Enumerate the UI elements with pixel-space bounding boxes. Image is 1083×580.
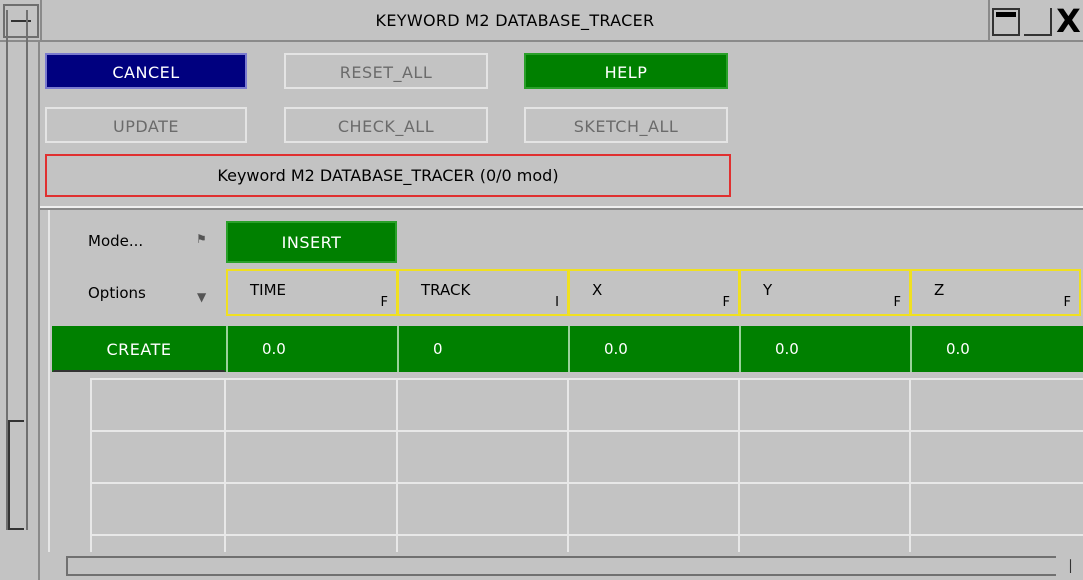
cell-value: 0 <box>433 340 443 358</box>
column-name: TIME <box>250 281 287 299</box>
maximize-button[interactable] <box>1024 8 1052 36</box>
column-header-track[interactable]: TRACK I <box>397 269 569 316</box>
column-name: X <box>592 281 603 299</box>
close-button[interactable]: X <box>1054 2 1083 40</box>
options-label: Options <box>88 284 146 302</box>
column-type: F <box>893 295 901 310</box>
grid-line <box>909 378 911 580</box>
divider <box>40 206 1083 210</box>
cell-value: 0.0 <box>262 340 286 358</box>
column-header-y[interactable]: Y F <box>739 269 911 316</box>
value-cell-y[interactable]: 0.0 <box>739 326 911 372</box>
check-all-button[interactable]: CHECK_ALL <box>284 107 488 143</box>
horizontal-scrollbar[interactable] <box>66 556 1056 576</box>
value-cell-x[interactable]: 0.0 <box>568 326 740 372</box>
column-type: F <box>1063 295 1071 310</box>
column-type: I <box>555 295 559 310</box>
value-cell-time[interactable]: 0.0 <box>226 326 398 372</box>
column-name: Z <box>934 281 945 299</box>
value-cell-track[interactable]: 0 <box>397 326 569 372</box>
create-button[interactable]: CREATE <box>52 326 226 372</box>
cell-value: 0.0 <box>946 340 970 358</box>
grid-line <box>90 430 1083 432</box>
mode-insert-button[interactable]: INSERT <box>226 221 397 263</box>
sketch-all-button[interactable]: SKETCH_ALL <box>524 107 728 143</box>
minimize-button[interactable] <box>992 8 1020 36</box>
cell-value: 0.0 <box>604 340 628 358</box>
cancel-button[interactable]: CANCEL <box>45 53 247 89</box>
help-button[interactable]: HELP <box>524 53 728 89</box>
flag-icon[interactable]: ⚑ <box>196 232 207 246</box>
grid-line <box>90 534 1083 536</box>
value-cell-z[interactable]: 0.0 <box>910 326 1083 372</box>
reset-all-button[interactable]: RESET_ALL <box>284 53 488 89</box>
vertical-scrollbar-thumb[interactable] <box>8 420 24 530</box>
grid-line <box>90 482 1083 484</box>
grid-line <box>90 378 1083 380</box>
column-type: F <box>722 295 730 310</box>
grid-line <box>396 378 398 580</box>
inner-frame <box>40 210 50 580</box>
grid-line <box>90 378 92 580</box>
grid-line <box>738 378 740 580</box>
column-header-time[interactable]: TIME F <box>226 269 398 316</box>
grid-line <box>224 378 226 580</box>
mode-label: Mode... <box>88 232 144 250</box>
grid-line <box>567 378 569 580</box>
column-name: TRACK <box>421 281 471 299</box>
resize-grip-icon[interactable]: ∣ <box>1058 552 1083 580</box>
update-button[interactable]: UPDATE <box>45 107 247 143</box>
cell-value: 0.0 <box>775 340 799 358</box>
empty-grid <box>90 378 1083 580</box>
column-name: Y <box>763 281 773 299</box>
status-box: Keyword M2 DATABASE_TRACER (0/0 mod) <box>45 154 731 197</box>
column-header-z[interactable]: Z F <box>910 269 1081 316</box>
column-header-x[interactable]: X F <box>568 269 740 316</box>
minimize-icon <box>996 12 1016 17</box>
column-type: F <box>380 295 388 310</box>
window-title: KEYWORD M2 DATABASE_TRACER <box>40 0 990 42</box>
down-arrow-icon[interactable]: ▼ <box>197 290 206 304</box>
